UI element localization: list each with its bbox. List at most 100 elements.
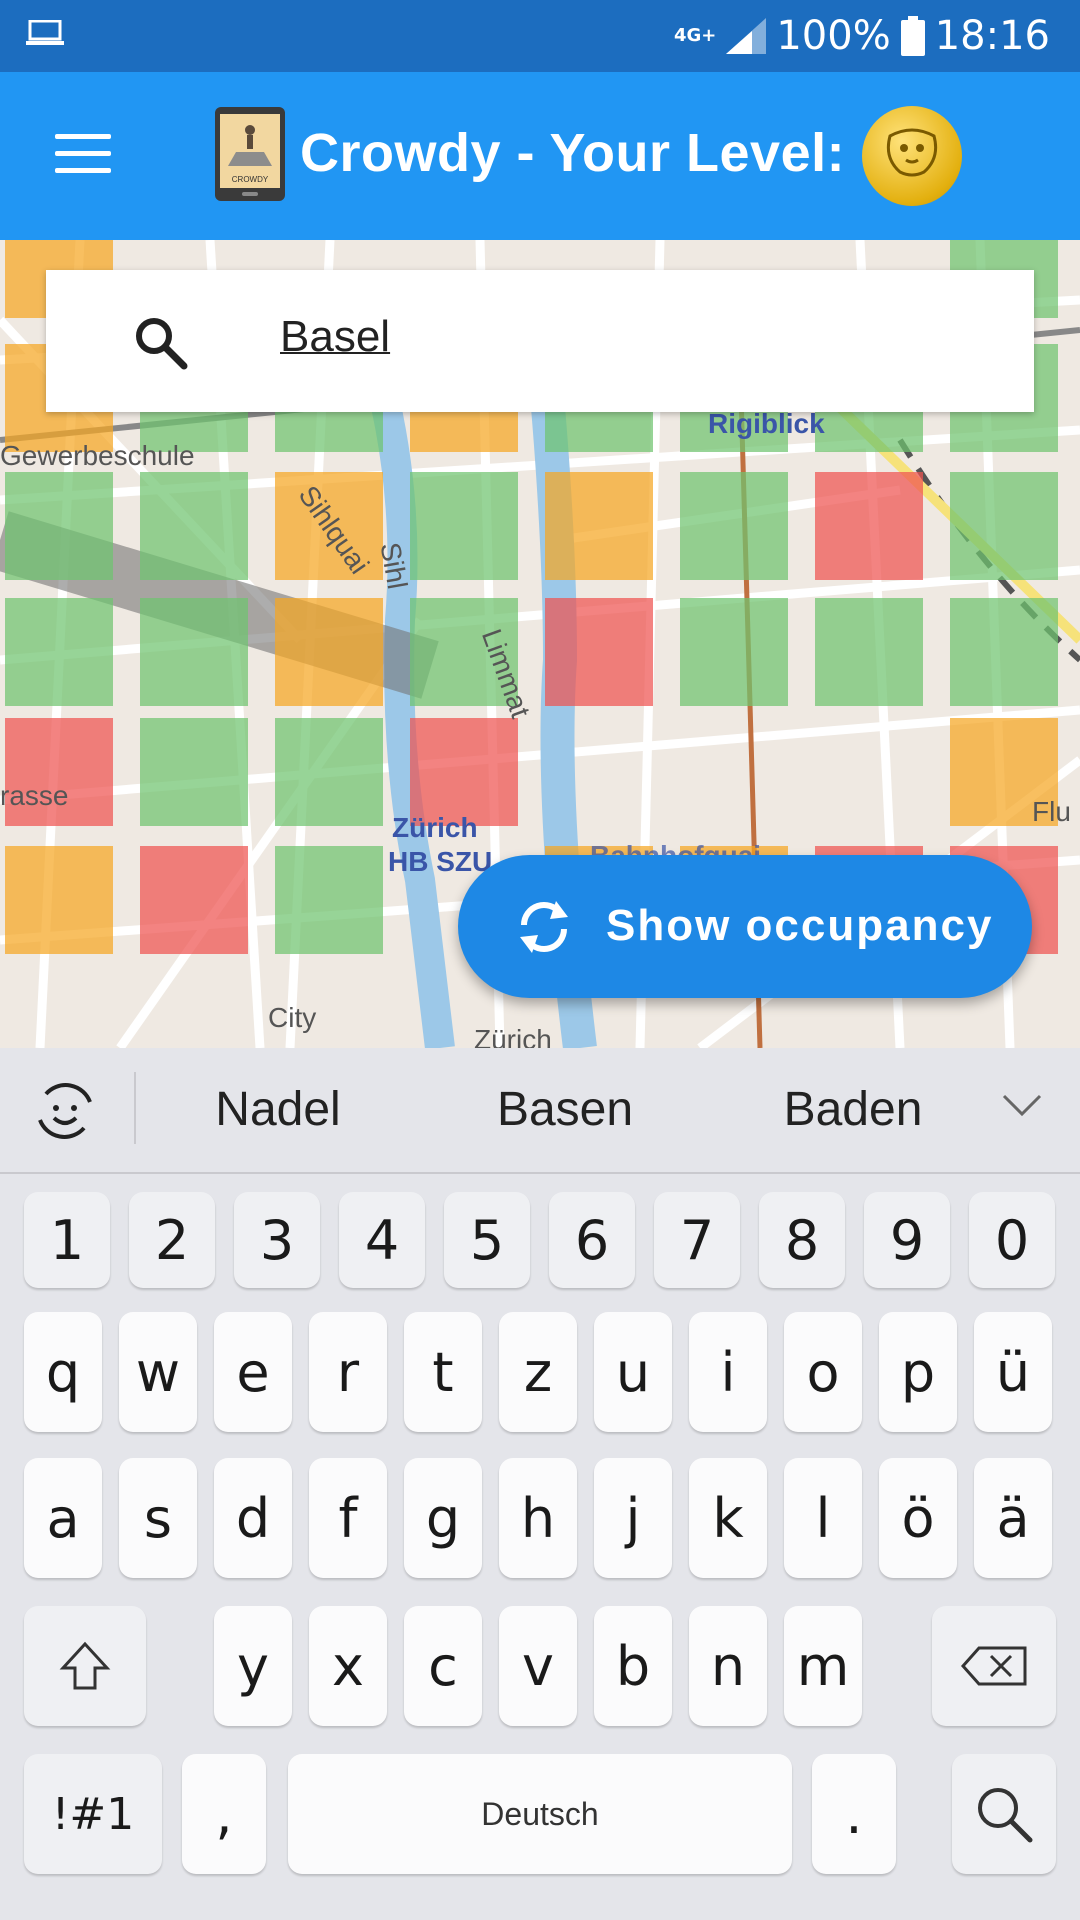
key-6[interactable]: 6 [549, 1192, 635, 1288]
key-2[interactable]: 2 [129, 1192, 215, 1288]
key-3[interactable]: 3 [234, 1192, 320, 1288]
key-w[interactable]: w [119, 1312, 197, 1432]
key-4[interactable]: 4 [339, 1192, 425, 1288]
occupancy-tile[interactable] [545, 598, 653, 706]
key-h[interactable]: h [499, 1458, 577, 1578]
key-u[interactable]: u [594, 1312, 672, 1432]
chevron-down-icon[interactable] [1000, 1092, 1044, 1120]
occupancy-tile[interactable] [5, 598, 113, 706]
occupancy-tile[interactable] [545, 472, 653, 580]
battery-percent: 100% [776, 13, 891, 59]
key-t[interactable]: t [404, 1312, 482, 1432]
shift-key[interactable] [24, 1606, 146, 1726]
key-7[interactable]: 7 [654, 1192, 740, 1288]
suggestion-3[interactable]: Baden [733, 1082, 973, 1137]
hamburger-menu-icon[interactable] [55, 134, 111, 176]
key-b[interactable]: b [594, 1606, 672, 1726]
key-s[interactable]: s [119, 1458, 197, 1578]
key-a[interactable]: a [24, 1458, 102, 1578]
suggestion-divider [134, 1072, 136, 1144]
occupancy-tile[interactable] [680, 472, 788, 580]
space-key[interactable]: Deutsch [288, 1754, 792, 1874]
key-n[interactable]: n [689, 1606, 767, 1726]
key-9[interactable]: 9 [864, 1192, 950, 1288]
search-bar[interactable]: Basel [46, 270, 1034, 412]
occupancy-tile[interactable] [950, 472, 1058, 580]
occupancy-tile[interactable] [815, 598, 923, 706]
map-label-gewerbeschule: Gewerbeschule [0, 440, 195, 471]
key-e[interactable]: e [214, 1312, 292, 1432]
key-m[interactable]: m [784, 1606, 862, 1726]
key-5[interactable]: 5 [444, 1192, 530, 1288]
search-input[interactable]: Basel [280, 312, 390, 362]
laptop-icon [26, 20, 64, 45]
occupancy-tile[interactable] [275, 718, 383, 826]
map-label-zurich-bottom: Zürich [474, 1024, 552, 1048]
occupancy-tile[interactable] [275, 598, 383, 706]
key-z[interactable]: z [499, 1312, 577, 1432]
crowdy-logo-icon: CROWDY [215, 107, 285, 201]
key-r[interactable]: r [309, 1312, 387, 1432]
key-x[interactable]: x [309, 1606, 387, 1726]
occupancy-tile[interactable] [5, 472, 113, 580]
occupancy-tile[interactable] [140, 598, 248, 706]
refresh-icon [520, 901, 568, 953]
search-key[interactable] [952, 1754, 1056, 1874]
key-8[interactable]: 8 [759, 1192, 845, 1288]
key-i[interactable]: i [689, 1312, 767, 1432]
emoji-refresh-icon[interactable] [32, 1078, 98, 1144]
key-0[interactable]: 0 [969, 1192, 1055, 1288]
key-1[interactable]: 1 [24, 1192, 110, 1288]
key-j[interactable]: j [594, 1458, 672, 1578]
map-label-zurich: Zürich [392, 812, 478, 843]
key-f[interactable]: f [309, 1458, 387, 1578]
occupancy-tile[interactable] [140, 472, 248, 580]
occupancy-tile[interactable] [410, 718, 518, 826]
occupancy-tile[interactable] [680, 598, 788, 706]
sloth-badge-icon[interactable] [862, 106, 962, 206]
search-icon [136, 318, 188, 370]
key-y[interactable]: y [214, 1606, 292, 1726]
signal-icon [726, 18, 767, 54]
key-l[interactable]: l [784, 1458, 862, 1578]
occupancy-tile[interactable] [140, 846, 248, 954]
key-k[interactable]: k [689, 1458, 767, 1578]
backspace-key[interactable] [932, 1606, 1056, 1726]
suggestion-2[interactable]: Basen [445, 1082, 685, 1137]
key-ö[interactable]: ö [879, 1458, 957, 1578]
key-c[interactable]: c [404, 1606, 482, 1726]
period-key[interactable]: . [812, 1754, 896, 1874]
app-bar: CROWDY Crowdy - Your Level: [0, 72, 1080, 240]
battery-icon [900, 16, 925, 56]
occupancy-tile[interactable] [5, 846, 113, 954]
search-icon [978, 1788, 1033, 1843]
symbols-key[interactable]: !#1 [24, 1754, 162, 1874]
key-g[interactable]: g [404, 1458, 482, 1578]
network-type: 4G+ [673, 25, 717, 46]
map-label-rigiblick: Rigiblick [708, 408, 825, 439]
comma-key[interactable]: , [182, 1754, 266, 1874]
key-ä[interactable]: ä [974, 1458, 1052, 1578]
key-d[interactable]: d [214, 1458, 292, 1578]
shift-icon [59, 1641, 111, 1690]
suggestion-1[interactable]: Nadel [158, 1082, 398, 1137]
logo-text: CROWDY [232, 175, 269, 184]
occupancy-tile[interactable] [140, 718, 248, 826]
app-title: Crowdy - Your Level: [300, 123, 846, 183]
key-v[interactable]: v [499, 1606, 577, 1726]
map-label-rasse: rasse [0, 780, 69, 811]
key-o[interactable]: o [784, 1312, 862, 1432]
status-bar: 4G+ 100% 18:16 [0, 0, 1080, 72]
show-occupancy-label: Show occupancy [606, 901, 994, 950]
occupancy-tile[interactable] [815, 472, 923, 580]
occupancy-tile[interactable] [275, 846, 383, 954]
on-screen-keyboard: Nadel Basen Baden 1234567890 qwertzuiopü a… [0, 1048, 1080, 1920]
key-p[interactable]: p [879, 1312, 957, 1432]
map-label-city: City [268, 1002, 317, 1033]
show-occupancy-button[interactable]: Show occupancy [458, 855, 1032, 998]
occupancy-tile[interactable] [950, 598, 1058, 706]
key-q[interactable]: q [24, 1312, 102, 1432]
key-ü[interactable]: ü [974, 1312, 1052, 1432]
backspace-icon [960, 1646, 1027, 1686]
occupancy-tile[interactable] [410, 472, 518, 580]
